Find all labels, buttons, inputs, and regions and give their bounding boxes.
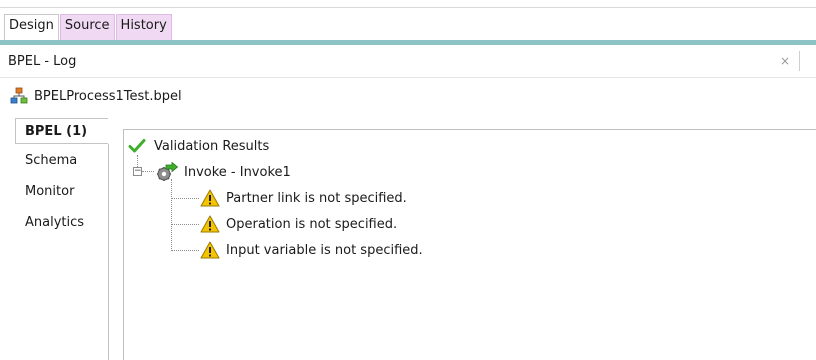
collapse-toggle-icon[interactable]: −: [133, 167, 142, 176]
side-tab-schema[interactable]: Schema: [16, 148, 108, 174]
tree-connector: [171, 250, 199, 251]
warning-icon: [200, 215, 220, 233]
editor-tab-bar: Design Source History: [4, 14, 173, 40]
validation-results-label: Validation Results: [154, 138, 270, 154]
window-top-strip: [0, 0, 816, 8]
tree-connector: [171, 179, 172, 251]
log-side-tabs: BPEL (1) Schema Monitor Analytics: [15, 118, 108, 360]
tree-node-row[interactable]: Invoke - Invoke1: [156, 161, 291, 183]
header-divider: [799, 51, 800, 71]
tree-connector: [171, 198, 199, 199]
tree-root-row[interactable]: Validation Results: [128, 135, 269, 157]
validation-results-panel: Validation Results − Invoke - Invoke1 Pa…: [123, 129, 816, 360]
warning-icon: [200, 189, 220, 207]
side-tab-rail: [108, 144, 109, 360]
side-tab-bpel[interactable]: BPEL (1): [15, 118, 108, 144]
bpel-process-icon: [10, 87, 28, 105]
warning-row[interactable]: Input variable is not specified.: [200, 239, 423, 261]
log-window-title: BPEL - Log: [8, 54, 77, 69]
tab-design[interactable]: Design: [4, 14, 59, 40]
warning-row[interactable]: Operation is not specified.: [200, 213, 397, 235]
warning-label: Operation is not specified.: [226, 216, 398, 232]
warning-label: Partner link is not specified.: [226, 190, 407, 206]
log-file-row: BPELProcess1Test.bpel: [10, 86, 182, 106]
file-name[interactable]: BPELProcess1Test.bpel: [34, 89, 182, 104]
tree-connector: [171, 224, 199, 225]
side-tab-monitor[interactable]: Monitor: [16, 179, 108, 205]
log-window-header: BPEL - Log ×: [0, 45, 816, 78]
tab-source[interactable]: Source: [59, 14, 115, 40]
invoke-activity-icon: [156, 161, 179, 182]
checkmark-icon: [128, 137, 146, 155]
warning-row[interactable]: Partner link is not specified.: [200, 187, 407, 209]
invoke-node-label: Invoke - Invoke1: [184, 164, 291, 180]
warning-icon: [200, 241, 220, 259]
tree-connector: [142, 171, 154, 172]
side-tab-analytics[interactable]: Analytics: [16, 210, 108, 236]
close-icon[interactable]: ×: [780, 54, 790, 68]
warning-label: Input variable is not specified.: [226, 242, 423, 258]
tab-history[interactable]: History: [115, 14, 172, 40]
